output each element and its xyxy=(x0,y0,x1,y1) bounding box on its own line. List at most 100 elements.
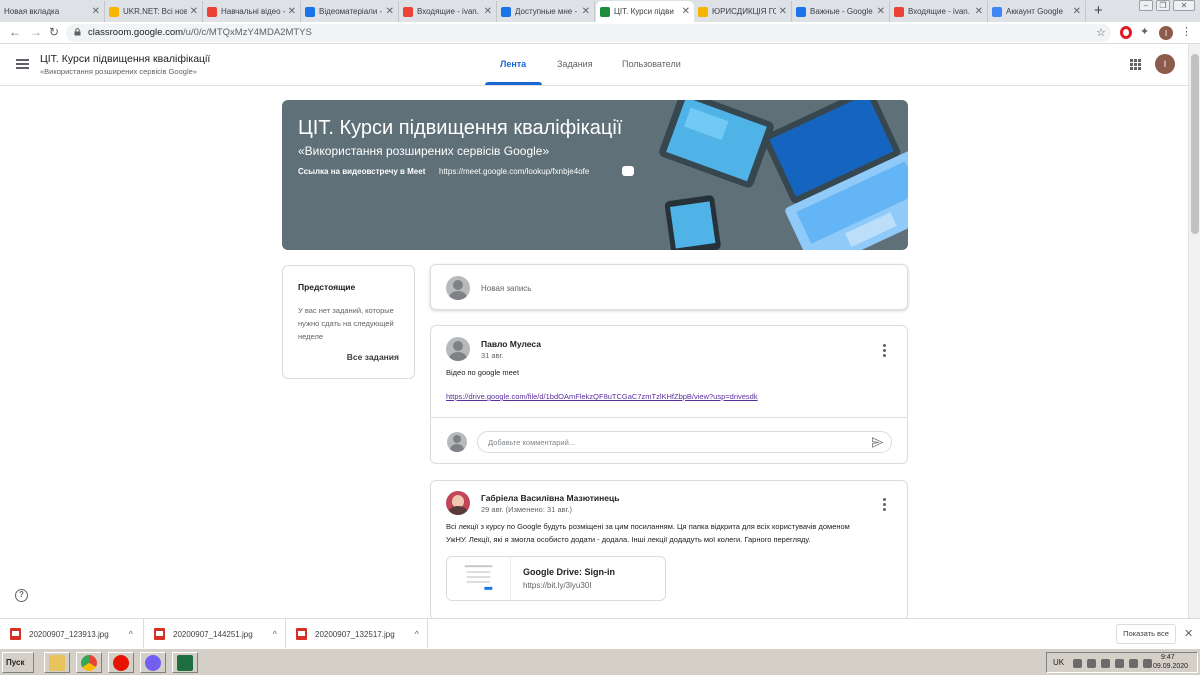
tray-app-icon[interactable] xyxy=(1115,659,1124,668)
close-tab-icon[interactable]: ✕ xyxy=(484,6,492,17)
classroom-header: ЦІТ. Курси підвищення кваліфікації «Вико… xyxy=(0,44,1188,86)
browser-tab[interactable]: Новая вкладка ✕ xyxy=(0,1,105,22)
author-avatar xyxy=(446,337,470,361)
restore-window-button[interactable]: ❐ xyxy=(1156,0,1170,11)
close-tab-icon[interactable]: ✕ xyxy=(288,6,296,17)
close-tab-icon[interactable]: ✕ xyxy=(582,6,590,17)
post-options-icon[interactable] xyxy=(883,344,886,359)
close-tab-icon[interactable]: ✕ xyxy=(682,6,690,17)
downloads-bar: 20200907_123913.jpg ^ 20200907_144251.jp… xyxy=(0,618,1200,649)
browser-tab-title: Відеоматеріали - xyxy=(319,7,383,16)
url-text[interactable]: classroom.google.com/u/0/c/MTQxMzY4MDA2M… xyxy=(88,27,312,38)
browser-tab[interactable]: ЦІТ. Курси підви ✕ xyxy=(596,1,694,22)
page-scrollbar[interactable] xyxy=(1188,44,1200,618)
link-attachment[interactable]: Google Drive: Sign-in https://bit.ly/3ly… xyxy=(446,556,666,601)
help-icon[interactable]: ? xyxy=(15,589,28,602)
lock-icon xyxy=(74,28,81,36)
yandex-browser-icon[interactable] xyxy=(108,652,134,673)
bookmark-star-icon[interactable]: ☆ xyxy=(1096,26,1106,39)
close-tab-icon[interactable]: ✕ xyxy=(92,6,100,17)
close-tab-icon[interactable]: ✕ xyxy=(1073,6,1081,17)
chrome-icon[interactable] xyxy=(76,652,102,673)
language-indicator[interactable]: UK xyxy=(1053,658,1064,667)
chevron-up-icon[interactable]: ^ xyxy=(415,629,419,639)
url-host: classroom.google.com xyxy=(88,27,184,38)
google-apps-icon[interactable] xyxy=(1130,59,1141,70)
meet-link[interactable]: https://meet.google.com/lookup/fxnbje4of… xyxy=(439,167,589,176)
volume-icon[interactable] xyxy=(1143,659,1152,668)
clock-time[interactable]: 9:47 xyxy=(1161,654,1175,661)
class-section: «Використання розширених сервісів Google… xyxy=(40,67,197,76)
image-file-icon xyxy=(154,628,165,640)
view-all-link[interactable]: Все задания xyxy=(347,352,399,362)
clock-date[interactable]: 09.09.2020 xyxy=(1153,663,1188,670)
chevron-up-icon[interactable]: ^ xyxy=(129,629,133,639)
download-item[interactable]: 20200907_132517.jpg ^ xyxy=(286,619,428,649)
browser-tab[interactable]: Входящие - ivan. ✕ xyxy=(399,1,497,22)
browser-tab-title: Важные - Google xyxy=(810,7,873,16)
reload-icon[interactable]: ↻ xyxy=(49,25,59,39)
browser-tab[interactable]: UKR.NET: Всі нови ✕ xyxy=(105,1,203,22)
post-date: 31 авг. xyxy=(481,351,504,360)
tab-people[interactable]: Пользователи xyxy=(622,59,681,69)
account-avatar[interactable]: I xyxy=(1155,54,1175,74)
meet-video-icon[interactable] xyxy=(622,166,634,176)
new-post-placeholder[interactable]: Новая запись xyxy=(481,284,531,293)
browser-profile-avatar[interactable]: I xyxy=(1159,26,1173,40)
close-window-button[interactable]: ✕ xyxy=(1173,0,1195,11)
viber-icon[interactable] xyxy=(140,652,166,673)
minimize-window-button[interactable]: – xyxy=(1139,0,1153,11)
download-filename: 20200907_123913.jpg xyxy=(29,629,109,639)
post-link[interactable]: https://drive.google.com/file/d/1bdOAmFl… xyxy=(446,392,758,401)
excel-icon[interactable] xyxy=(172,652,198,673)
post-text: Відео по google meet xyxy=(446,368,520,377)
tray-app-icon[interactable] xyxy=(1087,659,1096,668)
browser-tab[interactable]: Доступные мне - ✕ xyxy=(497,1,595,22)
browser-tab-title: Аккаунт Google xyxy=(1006,7,1063,16)
gmail-icon xyxy=(207,6,217,17)
main-menu-icon[interactable] xyxy=(16,59,29,69)
browser-tab[interactable]: Навчальні відео - ✕ xyxy=(203,1,301,22)
extensions-puzzle-icon[interactable]: ✦ xyxy=(1140,25,1149,38)
close-tab-icon[interactable]: ✕ xyxy=(877,6,885,17)
browser-tab-strip: Новая вкладка ✕ UKR.NET: Всі нови ✕ Навчальн… xyxy=(0,0,1200,22)
browser-tab[interactable]: Входящие - ivan. ✕ xyxy=(890,1,988,22)
tab-classwork[interactable]: Задания xyxy=(557,59,593,69)
drive-icon xyxy=(501,6,511,17)
browser-tab[interactable]: ЮРИСДИКЦІЯ ГО ✕ xyxy=(694,1,792,22)
active-tab-indicator xyxy=(485,82,542,85)
start-button[interactable]: Пуск xyxy=(2,652,34,673)
post-author: Павло Мулеса xyxy=(481,339,541,349)
tray-app-icon[interactable] xyxy=(1101,659,1110,668)
browser-menu-icon[interactable]: ⋮ xyxy=(1181,25,1192,38)
download-item[interactable]: 20200907_123913.jpg ^ xyxy=(0,619,144,649)
ukrnet-icon xyxy=(109,6,119,17)
browser-tab[interactable]: Аккаунт Google ✕ xyxy=(988,1,1086,22)
close-tab-icon[interactable]: ✕ xyxy=(779,6,787,17)
chevron-up-icon[interactable]: ^ xyxy=(273,629,277,639)
download-filename: 20200907_132517.jpg xyxy=(315,629,395,639)
banner-title: ЦІТ. Курси підвищення кваліфікації xyxy=(298,117,623,139)
class-name[interactable]: ЦІТ. Курси підвищення кваліфікації xyxy=(40,53,210,65)
opera-extension-icon[interactable] xyxy=(1120,26,1132,39)
new-tab-button[interactable]: + xyxy=(1094,2,1103,19)
close-icon[interactable]: ✕ xyxy=(1184,627,1193,640)
tab-stream[interactable]: Лента xyxy=(500,59,526,69)
tray-app-icon[interactable] xyxy=(1129,659,1138,668)
close-tab-icon[interactable]: ✕ xyxy=(975,6,983,17)
file-explorer-icon[interactable] xyxy=(44,652,70,673)
new-post-box[interactable]: Новая запись xyxy=(430,264,908,310)
close-tab-icon[interactable]: ✕ xyxy=(386,6,394,17)
tray-app-icon[interactable] xyxy=(1073,659,1082,668)
download-item[interactable]: 20200907_144251.jpg ^ xyxy=(144,619,286,649)
browser-tab[interactable]: Відеоматеріали - ✕ xyxy=(301,1,399,22)
forward-arrow-icon[interactable]: → xyxy=(30,25,42,39)
send-icon[interactable] xyxy=(872,437,883,448)
comment-input[interactable]: Добавьте комментарий... xyxy=(477,431,892,453)
scrollbar-thumb[interactable] xyxy=(1191,54,1199,234)
back-arrow-icon[interactable]: ← xyxy=(9,25,21,39)
show-all-downloads-button[interactable]: Показать все xyxy=(1116,624,1176,644)
post-options-icon[interactable] xyxy=(883,498,886,513)
close-tab-icon[interactable]: ✕ xyxy=(190,6,198,17)
browser-tab[interactable]: Важные - Google ✕ xyxy=(792,1,890,22)
